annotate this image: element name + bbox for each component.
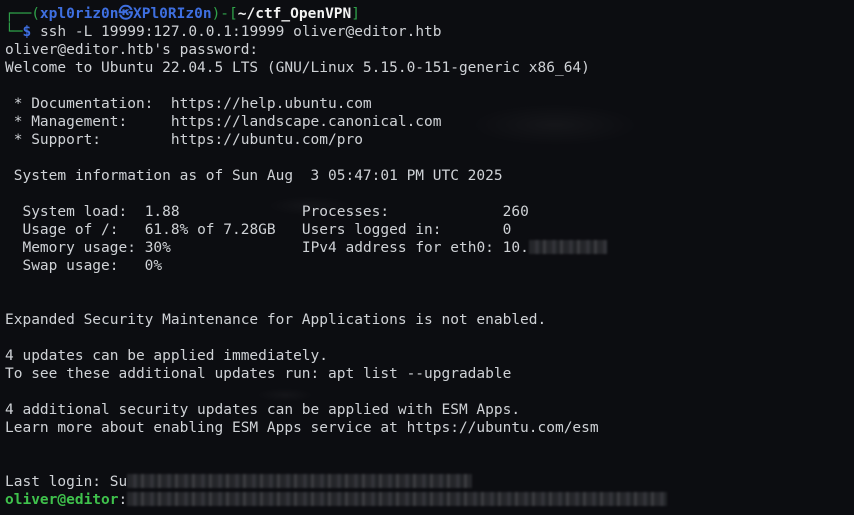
terminal-window[interactable]: ┌──(xpl0riz0n㉿XPl0RIz0n)-[~/ctf_OpenVPN]… [0,0,854,515]
sysinfo-row: Usage of /: 61.8% of 7.28GB Users logged… [5,221,854,239]
sysinfo-row: System load: 1.88 Processes: 260 [5,203,854,221]
link-label: * Documentation: [5,96,171,112]
prompt-box-top: ┌──( [5,6,40,22]
sysinfo-value: 61.8% of 7.28GB [144,222,276,238]
command-line: └─$ ssh -L 19999:127.0.0.1:19999 oliver@… [5,23,854,41]
prompt-end: ] [351,6,360,22]
sysinfo-key: Memory usage: [5,240,145,256]
redacted-prompt-path [127,492,668,506]
ssh-command: ssh -L 19999:127.0.0.1:19999 oliver@edit… [39,24,442,40]
link-label: * Support: [5,132,171,148]
link-support: * Support: https://ubuntu.com/pro [5,131,854,149]
sysinfo-key: Usage of /: [5,222,145,238]
sysinfo-value: 10. [502,240,529,256]
sysinfo-key: Processes: [301,204,503,220]
prompt-header-line: ┌──(xpl0riz0n㉿XPl0RIz0n)-[~/ctf_OpenVPN] [5,5,854,23]
esm-status: Expanded Security Maintenance for Applic… [5,312,547,328]
sysinfo-pad [180,204,302,220]
link-url[interactable]: https://ubuntu.com/pro [171,132,363,148]
sysinfo-pad [171,240,302,256]
link-url[interactable]: https://landscape.canonical.com [171,114,442,130]
sysinfo-key: Users logged in: [301,222,503,238]
remote-prompt-user: oliver@editor [5,492,119,508]
updates-hint: To see these additional updates run: apt… [5,366,512,382]
prompt-user-host: xpl0riz0n㉿XPl0RIz0n [39,6,212,22]
esm-updates: 4 additional security updates can be app… [5,402,521,418]
link-label: * Management: [5,114,171,130]
sysinfo-pad [276,222,302,238]
redacted-login-info [127,474,473,488]
sysinfo-header: System information as of Sun Aug 3 05:47… [5,168,503,184]
last-login-text: Last login: Su [5,474,128,490]
link-documentation: * Documentation: https://help.ubuntu.com [5,95,854,113]
prompt-directory: ~/ctf_OpenVPN [237,6,352,22]
remote-prompt-colon: : [118,492,128,508]
welcome-banner: Welcome to Ubuntu 22.04.5 LTS (GNU/Linux… [5,60,590,76]
sysinfo-value: 1.88 [144,204,180,220]
link-url[interactable]: https://help.ubuntu.com [171,96,372,112]
sysinfo-value: 0 [502,222,512,238]
swap-usage: Swap usage: 0% [5,258,163,274]
updates-count: 4 updates can be applied immediately. [5,348,329,364]
remote-prompt-line[interactable]: oliver@editor: [5,491,854,509]
sysinfo-key: System load: [5,204,145,220]
sysinfo-value: 30% [144,240,171,256]
sysinfo-value: 260 [502,204,529,220]
prompt-mid: )-[ [211,6,238,22]
prompt-symbol: $ [22,24,32,40]
password-prompt: oliver@editor.htb's password: [5,42,259,58]
redacted-ip [528,240,607,254]
sysinfo-row: Memory usage: 30% IPv4 address for eth0:… [5,239,854,257]
last-login: Last login: Su [5,473,854,491]
prompt-box-bottom: └─ [5,24,23,40]
sysinfo-key: IPv4 address for eth0: [301,240,503,256]
esm-learn-more: Learn more about enabling ESM Apps servi… [5,420,599,436]
link-management: * Management: https://landscape.canonica… [5,113,854,131]
